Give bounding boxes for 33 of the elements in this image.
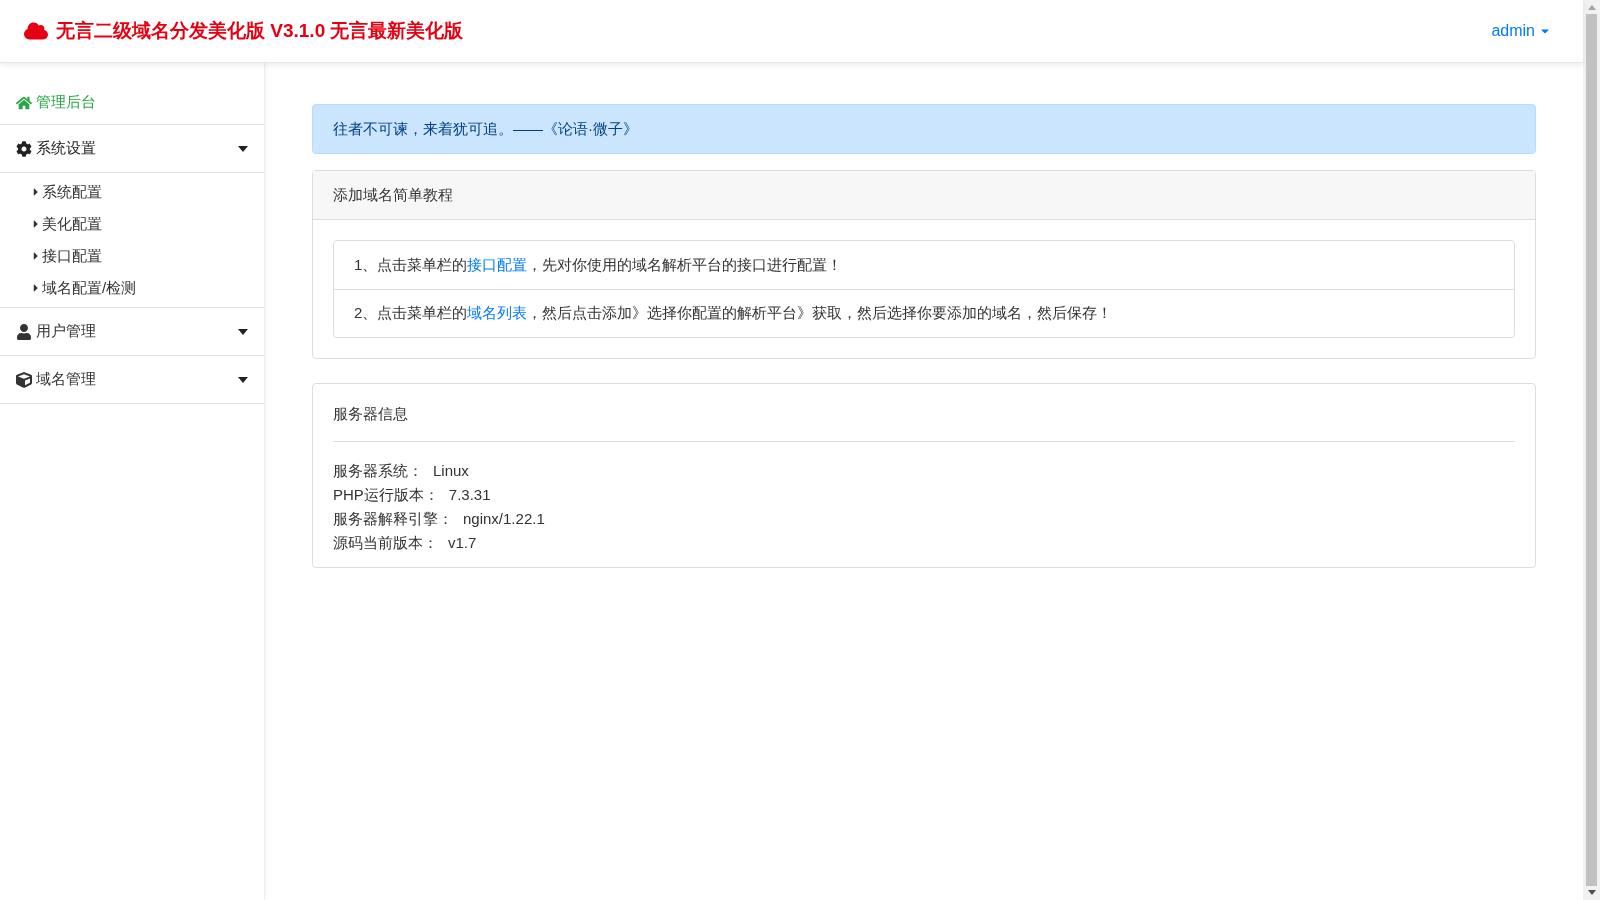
info-label: 服务器系统： xyxy=(333,461,423,481)
sidebar-subitem[interactable]: 域名配置/检测 xyxy=(0,272,264,304)
step-link[interactable]: 域名列表 xyxy=(467,304,528,322)
step-text: 1、点击菜单栏的接口配置，先对你使用的域名解析平台的接口进行配置！ xyxy=(353,254,844,275)
info-value: 7.3.31 xyxy=(448,485,491,505)
sidebar-group[interactable]: 用户管理 xyxy=(0,308,264,356)
step-text: 2、点击菜单栏的域名列表，然后点击添加》选择你配置的解析平台》获取，然后选择你要添加的域名，然后保存！ xyxy=(334,289,1514,337)
info-value: nginx/1.22.1 xyxy=(463,509,545,529)
site-title: 无言二级域名分发美化版 V3.1.0 无言最新美化版 xyxy=(56,18,464,43)
sidebar-subitem[interactable]: 美化配置 xyxy=(0,208,264,240)
home-icon xyxy=(16,94,32,111)
sidebar-group[interactable]: 系统设置 xyxy=(0,125,264,173)
card-title: 添加域名简单教程 xyxy=(333,184,453,205)
scrollbar-thumb[interactable] xyxy=(1586,14,1597,886)
user-menu[interactable]: admin xyxy=(1491,19,1551,43)
quote-alert: 往者不可谏，来着犹可追。——《论语·微子》 xyxy=(312,104,1536,154)
caret-icon xyxy=(238,376,248,383)
info-label: PHP运行版本： xyxy=(333,485,439,505)
settings-icon xyxy=(16,140,32,157)
info-value: Linux xyxy=(433,461,469,481)
info-label: 源码当前版本： xyxy=(333,533,438,553)
step-link[interactable]: 接口配置 xyxy=(467,255,528,273)
caret-icon xyxy=(238,145,248,152)
sidebar-group[interactable]: 域名管理 xyxy=(0,356,264,404)
info-value: v1.7 xyxy=(448,533,477,553)
scroll-down-icon xyxy=(1587,890,1596,895)
cube-icon xyxy=(16,371,32,388)
user-icon xyxy=(16,323,32,340)
card-title: 服务器信息 xyxy=(333,403,409,424)
sidebar-subitem[interactable]: 系统配置 xyxy=(0,176,264,208)
sidebar-subitem[interactable]: 接口配置 xyxy=(0,240,264,272)
caret-icon xyxy=(238,328,248,335)
info-label: 服务器解释引擎： xyxy=(333,509,453,529)
